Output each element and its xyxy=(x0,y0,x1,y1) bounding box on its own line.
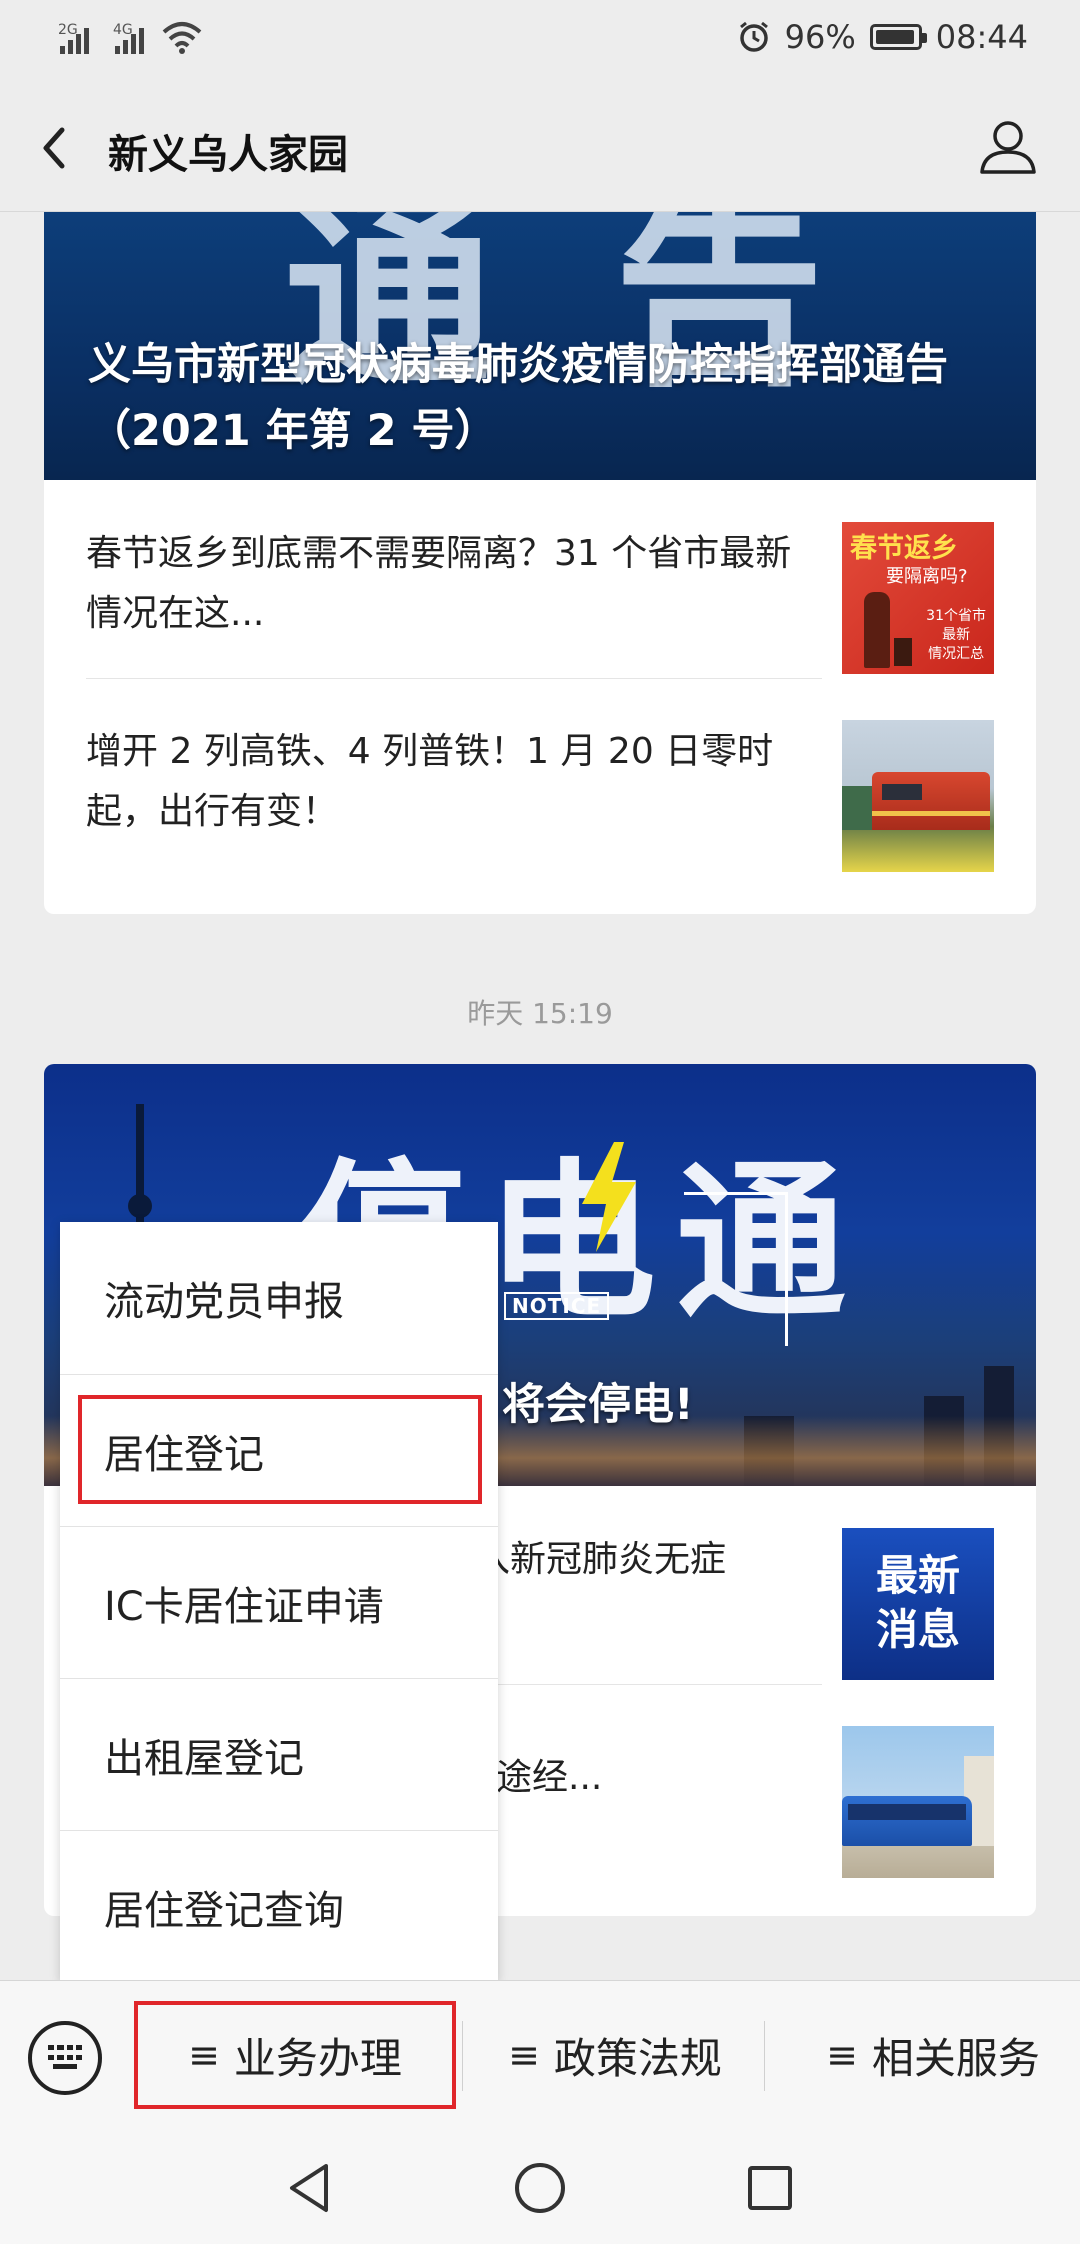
battery-icon xyxy=(869,24,927,50)
status-bar: 2G 4G 96% 08:44 xyxy=(0,0,1080,84)
menu-lines-icon: ≡ xyxy=(826,2033,858,2077)
list-item-title: 春节返乡到底需不需要隔离？31 个省市最新情况在这... xyxy=(86,533,792,634)
battery-percent: 96% xyxy=(784,18,856,56)
list-item-title: 入新冠肺炎无症 xyxy=(474,1539,727,1580)
notice-label: NOTICE xyxy=(504,1292,610,1320)
list-item-title: 途经... xyxy=(496,1757,603,1798)
nav-back-icon[interactable] xyxy=(280,2158,340,2218)
menu-item-floating-party-member[interactable]: 流动党员申报 xyxy=(60,1222,498,1374)
menu-item-rental-registration[interactable]: 出租屋登记 xyxy=(60,1678,498,1830)
news-thumbnail: 最新 消息 xyxy=(842,1528,994,1680)
submenu-popup: 流动党员申报 居住登记 IC卡居住证申请 出租屋登记 居住登记查询 xyxy=(60,1222,498,1982)
list-item[interactable]: 增开 2 列高铁、4 列普铁！1 月 20 日零时起，出行有变！ xyxy=(44,678,1036,876)
lightning-icon xyxy=(582,1142,636,1252)
network-type-1: 2G xyxy=(58,22,78,38)
list-item[interactable]: 春节返乡到底需不需要隔离？31 个省市最新情况在这... 春节返乡 要隔离吗? … xyxy=(44,480,1036,678)
status-right: 96% 08:44 xyxy=(737,18,1028,56)
network-type-2: 4G xyxy=(113,22,133,38)
system-nav-bar xyxy=(0,2130,1080,2244)
account-menu-bar: ≡ 业务办理 ≡ 政策法规 ≡ 相关服务 xyxy=(0,1980,1080,2130)
train-thumbnail xyxy=(842,720,994,872)
page-title: 新义乌人家园 xyxy=(108,132,348,178)
menu-item-residence-query[interactable]: 居住登记查询 xyxy=(60,1830,498,1982)
menu-tab-business[interactable]: ≡ 业务办理 xyxy=(134,2001,456,2109)
list-item-title: 增开 2 列高铁、4 列普铁！1 月 20 日零时起，出行有变！ xyxy=(86,731,774,832)
keyboard-toggle-icon[interactable] xyxy=(28,2021,102,2095)
menu-item-ic-residence-permit[interactable]: IC卡居住证申请 xyxy=(60,1526,498,1678)
headline-banner[interactable]: 通告 义乌市新型冠状病毒肺炎疫情防控指挥部通告（2021 年第 2 号） xyxy=(44,212,1036,480)
nav-recents-icon[interactable] xyxy=(740,2158,800,2218)
article-card-1: 通告 义乌市新型冠状病毒肺炎疫情防控指挥部通告（2021 年第 2 号） 春节返… xyxy=(44,212,1036,914)
message-timestamp: 昨天 15:19 xyxy=(467,997,613,1030)
article-thumbnail: 春节返乡 要隔离吗? 31个省市 最新 情况汇总 xyxy=(842,522,994,674)
profile-icon[interactable] xyxy=(976,114,1040,178)
menu-lines-icon: ≡ xyxy=(188,2033,220,2077)
signal-4g-icon: 4G xyxy=(113,22,144,54)
signal-indicators: 2G 4G xyxy=(58,20,202,54)
menu-tab-services[interactable]: ≡ 相关服务 xyxy=(786,2001,1080,2109)
menu-lines-icon: ≡ xyxy=(508,2033,540,2077)
bus-thumbnail xyxy=(842,1726,994,1878)
menu-tab-policy[interactable]: ≡ 政策法规 xyxy=(470,2001,760,2109)
nav-home-icon[interactable] xyxy=(510,2158,570,2218)
clock: 08:44 xyxy=(935,18,1028,56)
banner-caption: 将会停电! xyxy=(502,1380,694,1430)
back-arrow-icon[interactable] xyxy=(32,118,82,178)
title-bar: 新义乌人家园 xyxy=(0,84,1080,212)
wifi-icon xyxy=(162,20,202,54)
menu-item-residence-registration[interactable]: 居住登记 xyxy=(60,1374,498,1526)
headline-title: 义乌市新型冠状病毒肺炎疫情防控指挥部通告（2021 年第 2 号） xyxy=(88,340,948,456)
signal-2g-icon: 2G xyxy=(58,22,89,54)
alarm-icon xyxy=(739,21,768,52)
